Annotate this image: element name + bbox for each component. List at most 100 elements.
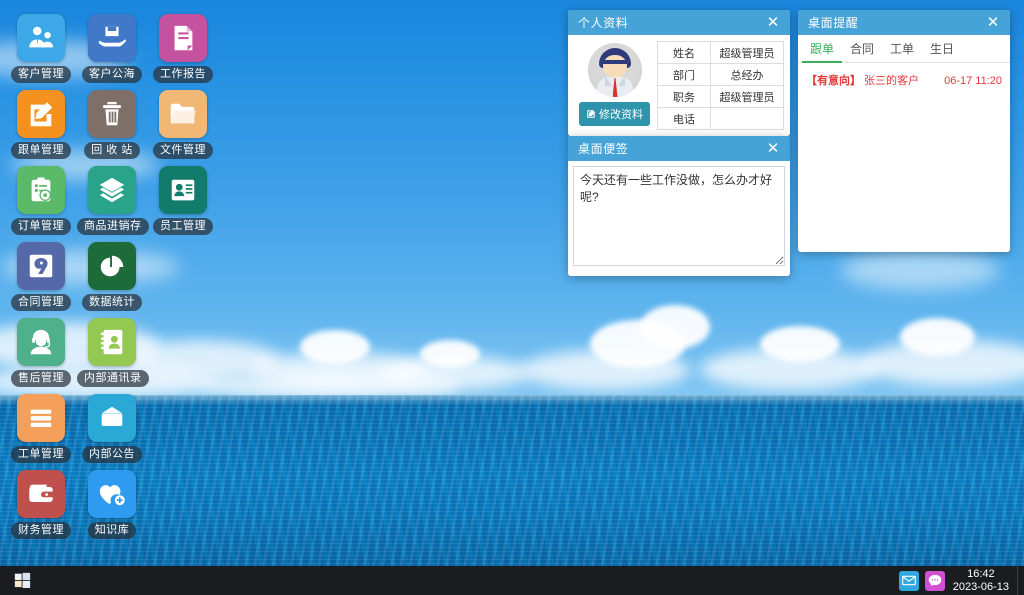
profile-window[interactable]: 个人资料 ✕ [568, 10, 790, 136]
edit-pencil-icon [586, 109, 596, 119]
profile-table: 姓名超级管理员部门总经办职务超级管理员电话 [657, 41, 784, 130]
close-icon[interactable]: ✕ [764, 14, 782, 32]
close-icon[interactable]: ✕ [984, 14, 1002, 32]
order-management-icon [17, 166, 65, 214]
desktop-icon-knowledge-base[interactable]: 知识库 [77, 470, 147, 539]
customer-pool-icon [88, 14, 136, 62]
profile-row: 姓名超级管理员 [658, 42, 784, 64]
start-button[interactable] [0, 566, 44, 595]
reminder-window[interactable]: 桌面提醒 ✕ 跟单合同工单生日 【有意向】张三的客户06-17 11:20 [798, 10, 1010, 252]
desktop-icon-customer-pool[interactable]: 客户公海 [77, 14, 147, 83]
taskbar-clock[interactable]: 16:42 2023-06-13 [951, 568, 1017, 594]
desktop-icon-label: 工作报告 [153, 66, 213, 83]
reminder-tab-3[interactable]: 生日 [922, 35, 962, 63]
chat-icon[interactable] [925, 571, 945, 591]
note-textarea[interactable] [573, 166, 785, 266]
reminder-item-tag: 【有意向】 [806, 72, 861, 88]
data-statistics-icon [97, 251, 127, 281]
note-window-titlebar[interactable]: 桌面便签 ✕ [568, 136, 790, 161]
desktop-icon-label: 数据统计 [82, 294, 142, 311]
announcement-icon [97, 403, 127, 433]
work-order-icon [17, 394, 65, 442]
desktop-icon-after-sales[interactable]: 售后管理 [6, 318, 76, 387]
address-book-icon [88, 318, 136, 366]
announcement-icon [88, 394, 136, 442]
reminder-tab-1[interactable]: 合同 [842, 35, 882, 63]
desktop-icon-customer-management[interactable]: 客户管理 [6, 14, 76, 83]
address-book-icon [97, 327, 127, 357]
desktop-icon-file-management[interactable]: 文件管理 [148, 90, 218, 159]
desktop-icon-finance-management[interactable]: 财务管理 [6, 470, 76, 539]
desktop-icon-order-management[interactable]: 订单管理 [6, 166, 76, 235]
profile-row-key: 姓名 [658, 42, 711, 64]
customer-pool-icon [97, 23, 127, 53]
close-icon[interactable]: ✕ [764, 140, 782, 158]
order-follow-icon [26, 99, 56, 129]
sticky-note-window[interactable]: 桌面便签 ✕ [568, 136, 790, 276]
profile-row-value: 超级管理员 [710, 86, 783, 108]
desktop-icon-label: 工单管理 [11, 446, 71, 463]
desktop-icon-label: 客户公海 [82, 66, 142, 83]
profile-window-body: 修改资料 姓名超级管理员部门总经办职务超级管理员电话 [568, 35, 790, 136]
customer-management-icon [26, 23, 56, 53]
reminder-tabs[interactable]: 跟单合同工单生日 [798, 35, 1010, 63]
desktop-icon-contract-management[interactable]: 合同管理 [6, 242, 76, 311]
reminder-item[interactable]: 【有意向】张三的客户06-17 11:20 [806, 69, 1002, 91]
clock-date: 2023-06-13 [953, 581, 1009, 594]
desktop-icon-data-statistics[interactable]: 数据统计 [77, 242, 147, 311]
show-desktop-button[interactable] [1017, 566, 1024, 595]
edit-profile-button[interactable]: 修改资料 [579, 102, 650, 126]
desktop-icon-label: 合同管理 [11, 294, 71, 311]
mail-icon[interactable] [899, 571, 919, 591]
desktop-icon-label: 内部公告 [82, 446, 142, 463]
data-statistics-icon [88, 242, 136, 290]
contract-management-icon [17, 242, 65, 290]
desktop-icon-label: 商品进销存 [77, 218, 149, 235]
after-sales-icon [26, 327, 56, 357]
desktop-icon-staff-management[interactable]: 员工管理 [148, 166, 218, 235]
finance-management-icon [26, 479, 56, 509]
finance-management-icon [17, 470, 65, 518]
staff-management-icon [168, 175, 198, 205]
note-window-title: 桌面便签 [578, 140, 764, 157]
profile-row: 职务超级管理员 [658, 86, 784, 108]
profile-row-value: 超级管理员 [710, 42, 783, 64]
work-report-icon [159, 14, 207, 62]
desktop-icon-label: 知识库 [88, 522, 137, 539]
desktop-icon-recycle-bin[interactable]: 回 收 站 [77, 90, 147, 159]
customer-management-icon [17, 14, 65, 62]
taskbar[interactable]: 16:42 2023-06-13 [0, 566, 1024, 595]
desktop-icon-announcement[interactable]: 内部公告 [77, 394, 147, 463]
reminder-window-title: 桌面提醒 [808, 14, 984, 31]
note-window-body [568, 161, 790, 276]
knowledge-base-icon [88, 470, 136, 518]
desktop-icon-order-follow[interactable]: 跟单管理 [6, 90, 76, 159]
desktop-icon-inventory[interactable]: 商品进销存 [77, 166, 147, 235]
reminder-window-titlebar[interactable]: 桌面提醒 ✕ [798, 10, 1010, 35]
profile-row: 电话 [658, 108, 784, 130]
profile-row: 部门总经办 [658, 64, 784, 86]
clock-time: 16:42 [953, 568, 1009, 581]
reminder-tab-2[interactable]: 工单 [882, 35, 922, 63]
desktop-icon-work-report[interactable]: 工作报告 [148, 14, 218, 83]
desktop[interactable]: 客户管理客户公海工作报告跟单管理回 收 站文件管理订单管理商品进销存员工管理合同… [0, 0, 1024, 595]
desktop-icon-label: 客户管理 [11, 66, 71, 83]
desktop-icon-work-order[interactable]: 工单管理 [6, 394, 76, 463]
desktop-icon-label: 回 收 站 [84, 142, 140, 159]
contract-management-icon [26, 251, 56, 281]
reminder-list[interactable]: 【有意向】张三的客户06-17 11:20 [798, 63, 1010, 97]
inventory-icon [88, 166, 136, 214]
profile-window-titlebar[interactable]: 个人资料 ✕ [568, 10, 790, 35]
profile-window-title: 个人资料 [578, 14, 764, 31]
order-follow-icon [17, 90, 65, 138]
desktop-icon-label: 售后管理 [11, 370, 71, 387]
order-management-icon [26, 175, 56, 205]
reminder-tab-0[interactable]: 跟单 [802, 35, 842, 63]
reminder-item-name: 张三的客户 [864, 72, 944, 88]
desktop-icon-address-book[interactable]: 内部通讯录 [77, 318, 147, 387]
desktop-icon-grid[interactable]: 客户管理客户公海工作报告跟单管理回 收 站文件管理订单管理商品进销存员工管理合同… [0, 0, 170, 560]
edit-profile-label: 修改资料 [599, 106, 643, 122]
reminder-window-body: 跟单合同工单生日 【有意向】张三的客户06-17 11:20 [798, 35, 1010, 97]
system-tray[interactable]: 16:42 2023-06-13 [899, 566, 1024, 595]
desktop-icon-label: 文件管理 [153, 142, 213, 159]
